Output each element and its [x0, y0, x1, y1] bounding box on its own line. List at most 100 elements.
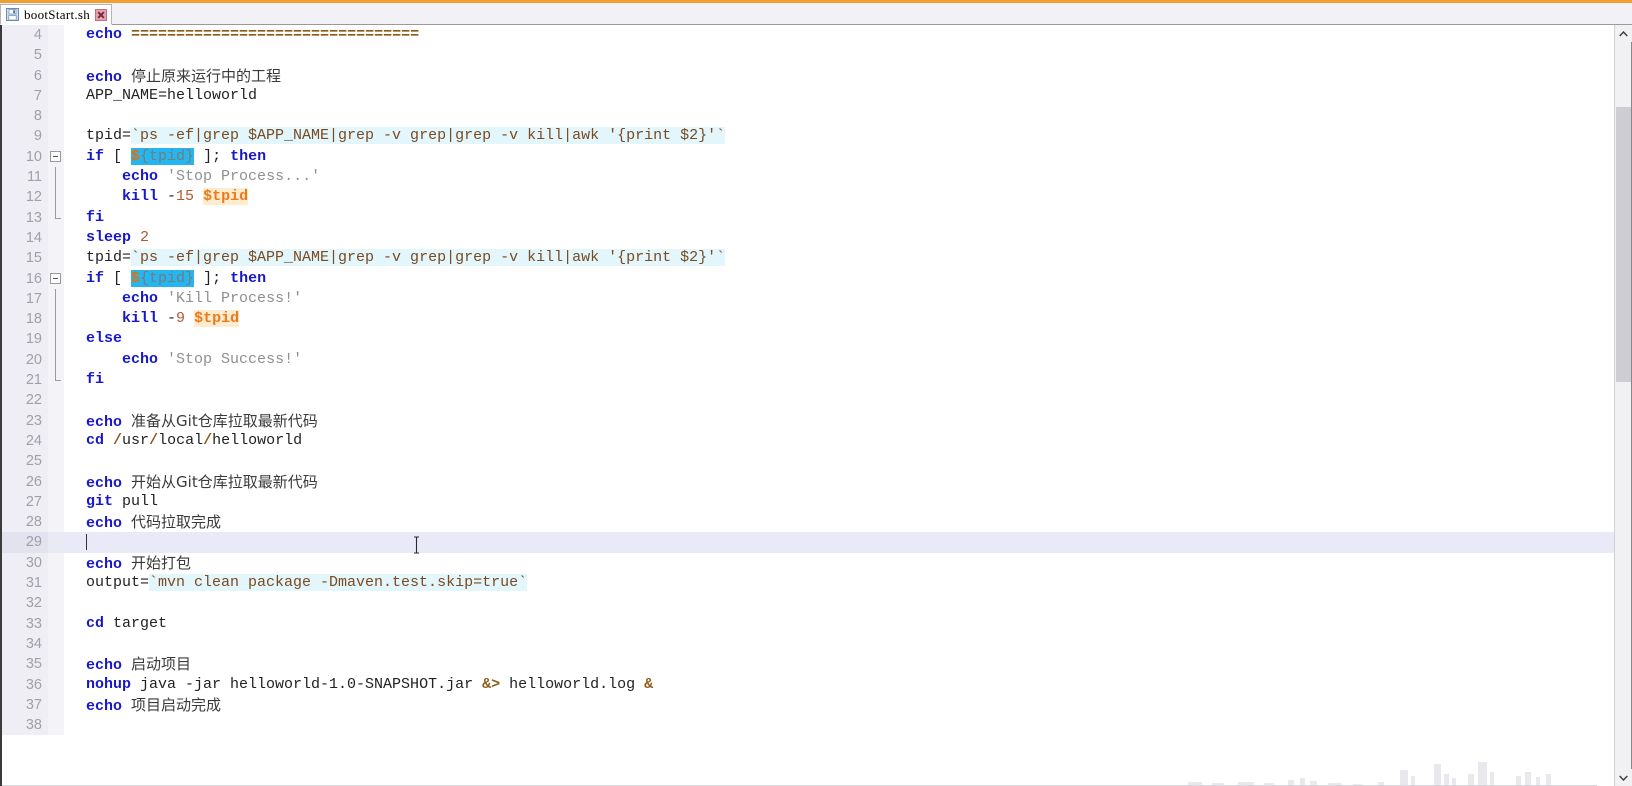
code-token: kill: [122, 188, 159, 206]
code-line[interactable]: 29: [2, 532, 1614, 553]
fold-gutter[interactable]: [48, 187, 64, 208]
line-number: 25: [2, 451, 48, 472]
fold-gutter[interactable]: [48, 268, 64, 289]
code-line[interactable]: 17 echo 'Kill Process!': [2, 288, 1614, 310]
fold-gutter[interactable]: [48, 430, 64, 452]
fold-gutter[interactable]: [48, 126, 64, 147]
code-line[interactable]: 9 tpid=`ps -ef|grep $APP_NAME|grep -v gre…: [2, 126, 1614, 147]
fold-gutter[interactable]: [48, 471, 64, 492]
code-line[interactable]: 20 echo 'Stop Success!': [2, 349, 1614, 371]
vertical-scrollbar[interactable]: [1614, 25, 1632, 786]
fold-gutter[interactable]: [48, 633, 64, 655]
code-line[interactable]: 18 kill -9 $tpid: [2, 309, 1614, 330]
fold-gutter[interactable]: [48, 227, 64, 249]
fold-gutter[interactable]: [48, 573, 64, 594]
fold-gutter[interactable]: [48, 694, 64, 716]
code-line[interactable]: 38: [2, 715, 1614, 736]
code-line[interactable]: 32: [2, 593, 1614, 614]
code-line[interactable]: 34: [2, 633, 1614, 655]
close-icon[interactable]: [95, 8, 108, 21]
scrollbar-thumb[interactable]: [1616, 107, 1631, 382]
chevron-down-icon[interactable]: [1615, 769, 1632, 786]
fold-gutter[interactable]: [48, 65, 64, 86]
code-line[interactable]: 11 echo 'Stop Process...': [2, 167, 1614, 188]
code-line[interactable]: 14 sleep 2: [2, 227, 1614, 249]
code-line[interactable]: 13 fi: [2, 207, 1614, 228]
fold-gutter[interactable]: [48, 309, 64, 330]
code-line[interactable]: 33 cd target: [2, 613, 1614, 634]
code-line[interactable]: 37 echo 项目启动完成: [2, 694, 1614, 716]
fold-gutter[interactable]: [48, 85, 64, 107]
code-line[interactable]: 26 echo 开始从Git仓库拉取最新代码: [2, 471, 1614, 492]
fold-gutter[interactable]: [48, 25, 64, 46]
fold-gutter[interactable]: [48, 552, 64, 574]
code-line[interactable]: 15 tpid=`ps -ef|grep $APP_NAME|grep -v gr…: [2, 248, 1614, 269]
fold-gutter[interactable]: [48, 410, 64, 431]
fold-gutter[interactable]: [48, 715, 64, 736]
fold-gutter[interactable]: [48, 390, 64, 411]
fold-gutter[interactable]: [48, 248, 64, 269]
code-line[interactable]: 35 echo 启动项目: [2, 654, 1614, 675]
fold-gutter[interactable]: [48, 532, 64, 553]
code-line[interactable]: 7 APP_NAME=helloworld: [2, 85, 1614, 107]
fold-collapse-icon[interactable]: [50, 150, 61, 162]
fold-gutter[interactable]: [48, 45, 64, 66]
code-line[interactable]: 30 echo 开始打包: [2, 552, 1614, 574]
fold-gutter[interactable]: [48, 613, 64, 634]
highlighted-variable: ${tpid}: [131, 269, 195, 287]
fold-gutter[interactable]: [48, 370, 64, 391]
code-token: nohup: [86, 675, 132, 693]
code-line[interactable]: 12 kill -15 $tpid: [2, 187, 1614, 208]
code-line[interactable]: 6 echo 停止原来运行中的工程: [2, 65, 1614, 86]
code-token: tpid=: [86, 127, 132, 145]
fold-gutter[interactable]: [48, 654, 64, 675]
fold-gutter[interactable]: [48, 207, 64, 228]
code-token: /: [113, 431, 123, 449]
code-line[interactable]: 28 echo 代码拉取完成: [2, 512, 1614, 533]
code-line[interactable]: 4 echo ================================: [2, 25, 1614, 46]
code-line[interactable]: 21 fi: [2, 370, 1614, 391]
fold-gutter[interactable]: [48, 288, 64, 310]
code-token: &: [644, 675, 654, 693]
fold-gutter[interactable]: [48, 593, 64, 614]
code-token: /: [203, 431, 213, 449]
code-token: then: [230, 147, 267, 165]
code-line[interactable]: 5: [2, 45, 1614, 66]
code-area[interactable]: 4 echo ================================ 5 6…: [2, 25, 1614, 786]
code-line[interactable]: 23 echo 准备从Git仓库拉取最新代码: [2, 410, 1614, 431]
code-token: 代码拉取完成: [131, 513, 222, 532]
fold-gutter[interactable]: [48, 146, 64, 168]
tab-bootstart-sh[interactable]: bootStart.sh: [0, 4, 113, 25]
fold-gutter[interactable]: [48, 451, 64, 472]
code-line[interactable]: 24 cd /usr/local/helloworld: [2, 430, 1614, 452]
code-line[interactable]: 10 if [ ${tpid} ]; then: [2, 146, 1614, 168]
fold-gutter[interactable]: [48, 349, 64, 371]
line-number: 8: [2, 106, 48, 127]
code-token: echo: [122, 168, 159, 186]
code-line[interactable]: 19 else: [2, 329, 1614, 350]
code-token: echo: [86, 413, 123, 431]
fold-gutter[interactable]: [48, 106, 64, 127]
code-line[interactable]: 16 if [ ${tpid} ]; then: [2, 268, 1614, 289]
fold-gutter[interactable]: [48, 512, 64, 533]
fold-collapse-icon[interactable]: [50, 272, 61, 284]
code-line[interactable]: 31 output=`mvn clean package -Dmaven.test…: [2, 573, 1614, 594]
fold-gutter[interactable]: [48, 329, 64, 350]
code-line[interactable]: 22: [2, 390, 1614, 411]
fold-gutter[interactable]: [48, 491, 64, 513]
background-watermark: [1168, 750, 1588, 786]
code-line[interactable]: 36 nohup java -jar helloworld-1.0-SNAPSHO…: [2, 674, 1614, 695]
fold-gutter[interactable]: [48, 674, 64, 695]
code-token: fi: [86, 371, 105, 389]
code-line[interactable]: 8: [2, 106, 1614, 127]
code-line[interactable]: 27 git pull: [2, 491, 1614, 513]
chevron-up-icon[interactable]: [1615, 25, 1632, 42]
code-line[interactable]: 25: [2, 451, 1614, 472]
fold-gutter[interactable]: [48, 167, 64, 188]
